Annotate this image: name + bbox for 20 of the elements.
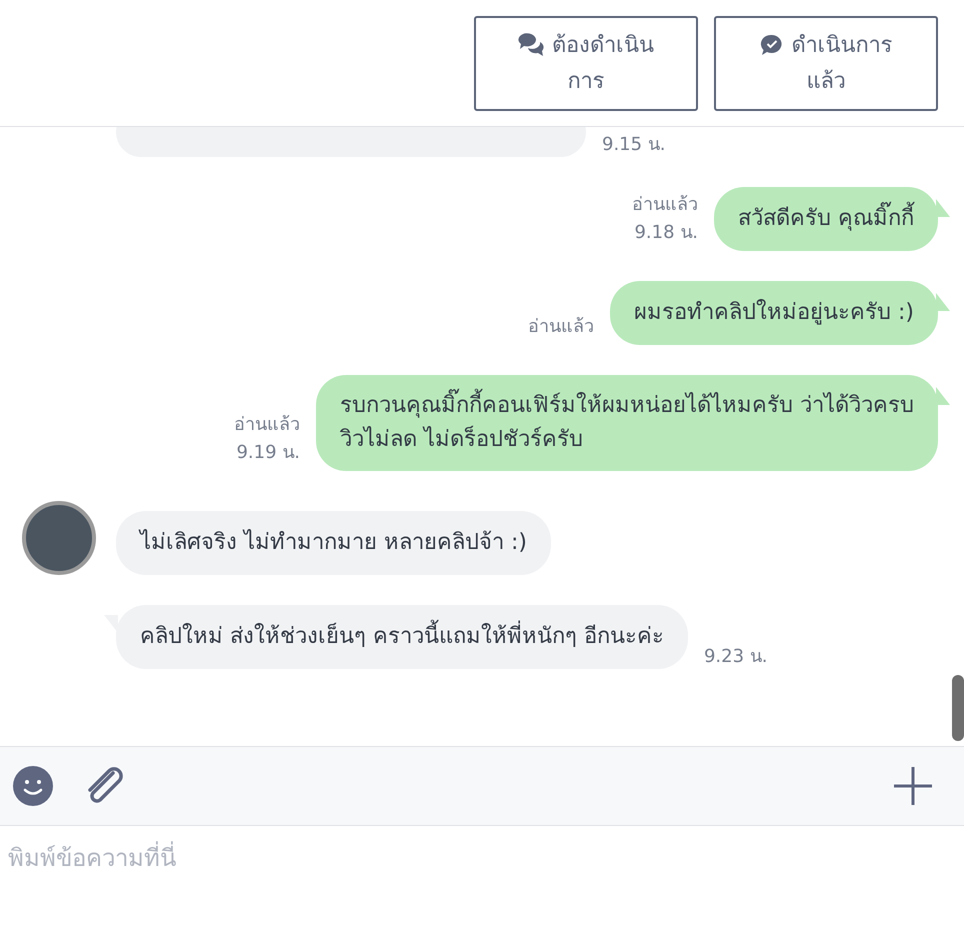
read-receipt: อ่านแล้ว	[234, 413, 300, 437]
smiley-icon[interactable]	[12, 765, 54, 807]
chat-check-icon	[760, 33, 784, 58]
message-text: วิวไม่ลด ไม่ดร็อปชัวร์ครับ	[340, 424, 584, 454]
status-button[interactable]: ดำเนินการแล้ว	[714, 16, 938, 111]
message-time: 9.18 น.	[634, 221, 698, 245]
plus-icon[interactable]	[892, 765, 934, 807]
read-receipt: อ่านแล้ว	[632, 193, 698, 217]
message-text: ผมรอทำคลิปใหม่อยู่นะครับ :)	[634, 298, 914, 327]
message-text: รบกวนคุณมิ๊กกี้คอนเฟิร์มให้ผมหน่อยได้ไหมครับ ว่าได้วิวครบ	[340, 389, 914, 423]
status-button[interactable]: ต้องดำเนินการ	[474, 16, 698, 111]
scrollbar-thumb[interactable]	[952, 675, 964, 741]
message-text: คลิปใหม่ ส่งให้ช่วงเย็นๆ คราวนี้แถมให้พี่หนักๆ อีกนะค่ะ	[140, 619, 664, 655]
message-time: 9.23 น.	[704, 645, 768, 669]
message-text: สวัสดีครับ คุณมิ๊กกี้	[738, 201, 914, 237]
message-time: 9.19 น.	[236, 441, 300, 465]
message-time: 9.15 น.	[602, 133, 666, 157]
message-text: ไม่เลิศจริง ไม่ทำมากมาย หลายคลิปจ้า :)	[140, 528, 527, 557]
read-receipt: อ่านแล้ว	[528, 315, 594, 339]
chat-bubbles-icon	[518, 33, 544, 58]
